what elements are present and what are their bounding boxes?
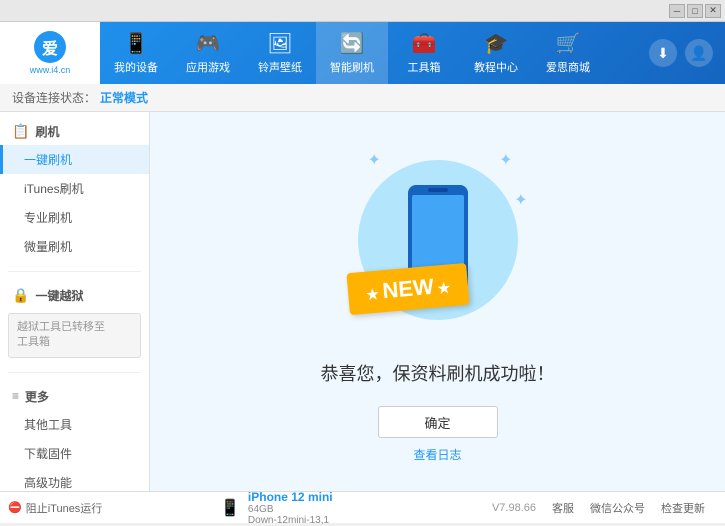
nav-store-label: 爱思商城: [546, 59, 590, 75]
advanced-label: 高级功能: [24, 476, 72, 490]
itunes-stop-icon: ⛔: [8, 501, 22, 514]
more-header-label: 更多: [25, 388, 49, 405]
smart-flash-icon: 🔄: [340, 31, 365, 56]
sidebar-item-pro[interactable]: 专业刷机: [0, 203, 149, 232]
sidebar-item-one-click[interactable]: 一键刷机: [0, 145, 149, 174]
device-model: Down-12mini-13,1: [248, 515, 333, 526]
nav-smart-flash[interactable]: 🔄 智能刷机: [316, 22, 388, 84]
nav-apps[interactable]: 🎮 应用游戏: [172, 22, 244, 84]
device-phone-icon: 📱: [220, 498, 240, 518]
title-bar: ─ □ ✕: [0, 0, 725, 22]
flash-section-header: 📋 刷机: [0, 118, 149, 145]
status-label: 设备连接状态：: [12, 89, 96, 106]
itunes-notice: ⛔ 阻止iTunes运行: [0, 491, 150, 523]
sidebar-item-download-firmware[interactable]: 下载固件: [0, 439, 149, 468]
download-firmware-label: 下载固件: [24, 447, 72, 461]
store-icon: 🛒: [556, 31, 581, 56]
apps-icon: 🎮: [196, 31, 221, 56]
itunes-notice-area: [705, 492, 715, 524]
nav-my-device-label: 我的设备: [114, 59, 158, 75]
nav-wallpaper[interactable]: 🖼 铃声壁纸: [244, 22, 316, 84]
log-link[interactable]: 查看日志: [413, 446, 461, 463]
wipe-flash-label: 微量刷机: [24, 240, 72, 254]
jailbreak-header: 🔒 一键越狱: [0, 282, 149, 309]
sparkle-3: ✦: [514, 190, 527, 210]
nav-store[interactable]: 🛒 爱思商城: [532, 22, 604, 84]
wechat-link[interactable]: 微信公众号: [590, 500, 645, 516]
nav-my-device[interactable]: 📱 我的设备: [100, 22, 172, 84]
nav-smart-flash-label: 智能刷机: [330, 59, 374, 75]
bottom-right: V7.98.66 客服 微信公众号 检查更新: [492, 500, 705, 516]
nav-items: 📱 我的设备 🎮 应用游戏 🖼 铃声壁纸 🔄 智能刷机 🧰 工具箱 🎓 教程中心…: [100, 22, 649, 84]
sidebar-item-other-tools[interactable]: 其他工具: [0, 410, 149, 439]
user-button[interactable]: 👤: [685, 39, 713, 67]
itunes-flash-label: iTunes刷机: [24, 182, 84, 196]
nav-tutorial[interactable]: 🎓 教程中心: [460, 22, 532, 84]
device-info-area: 📱 iPhone 12 mini 64GB Down-12mini-13,1: [210, 490, 492, 526]
jailbreak-notice: 越狱工具已转移至工具箱: [8, 313, 141, 358]
download-button[interactable]: ⬇: [649, 39, 677, 67]
customer-service-link[interactable]: 客服: [552, 500, 574, 516]
sidebar-divider-2: [8, 372, 141, 373]
header-right: ⬇ 👤: [649, 39, 725, 67]
sidebar: 📋 刷机 一键刷机 iTunes刷机 专业刷机 微量刷机 🔒 一键越狱: [0, 112, 150, 491]
check-update-link[interactable]: 检查更新: [661, 500, 705, 516]
nav-toolbox-label: 工具箱: [408, 59, 441, 75]
one-click-label: 一键刷机: [24, 153, 72, 167]
sparkle-1: ✦: [368, 150, 381, 170]
device-info: iPhone 12 mini 64GB Down-12mini-13,1: [248, 490, 333, 526]
content-area: 📋 刷机 一键刷机 iTunes刷机 专业刷机 微量刷机 🔒 一键越狱: [0, 112, 725, 491]
sidebar-item-advanced[interactable]: 高级功能: [0, 468, 149, 491]
logo-url: www.i4.cn: [30, 65, 71, 75]
device-storage: 64GB: [248, 504, 333, 515]
sidebar-item-wipe[interactable]: 微量刷机: [0, 232, 149, 261]
header: 爱 www.i4.cn 📱 我的设备 🎮 应用游戏 🖼 铃声壁纸 🔄 智能刷机 …: [0, 22, 725, 84]
my-device-icon: 📱: [124, 31, 149, 56]
status-bar: 设备连接状态： 正常模式: [0, 84, 725, 112]
toolbox-icon: 🧰: [412, 31, 437, 56]
version-text: V7.98.66: [492, 502, 536, 514]
main-panel: ✦ ✦ ✦ NEW 恭喜您，保资料刷机成功啦！ 确定 查看日志: [150, 112, 725, 491]
maximize-button[interactable]: □: [687, 4, 703, 18]
jailbreak-lock-icon: 🔒: [12, 287, 29, 304]
flash-section: 📋 刷机 一键刷机 iTunes刷机 专业刷机 微量刷机: [0, 112, 149, 267]
more-icon: ≡: [12, 389, 19, 403]
wallpaper-icon: 🖼: [267, 31, 292, 56]
minimize-button[interactable]: ─: [669, 4, 685, 18]
nav-wallpaper-label: 铃声壁纸: [258, 59, 302, 75]
tutorial-icon: 🎓: [484, 31, 509, 56]
sidebar-divider-1: [8, 271, 141, 272]
sparkle-2: ✦: [499, 150, 512, 170]
close-button[interactable]: ✕: [705, 4, 721, 18]
pro-flash-label: 专业刷机: [24, 211, 72, 225]
flash-header-icon: 📋: [12, 123, 29, 140]
more-section-header: ≡ 更多: [0, 383, 149, 410]
more-section: ≡ 更多 其他工具 下载固件 高级功能: [0, 377, 149, 491]
nav-tutorial-label: 教程中心: [474, 59, 518, 75]
success-text: 恭喜您，保资料刷机成功啦！: [321, 360, 555, 386]
confirm-button[interactable]: 确定: [378, 406, 498, 438]
nav-toolbox[interactable]: 🧰 工具箱: [388, 22, 460, 84]
other-tools-label: 其他工具: [24, 418, 72, 432]
status-value: 正常模式: [100, 89, 148, 106]
jailbreak-header-label: 一键越狱: [35, 287, 83, 304]
success-illustration: ✦ ✦ ✦ NEW: [338, 140, 538, 340]
flash-header-label: 刷机: [35, 123, 59, 140]
logo-icon: 爱: [34, 31, 66, 63]
sidebar-item-itunes[interactable]: iTunes刷机: [0, 174, 149, 203]
logo-area[interactable]: 爱 www.i4.cn: [0, 22, 100, 84]
jailbreak-section: 🔒 一键越狱 越狱工具已转移至工具箱: [0, 276, 149, 368]
itunes-notice-text: 阻止iTunes运行: [26, 500, 103, 516]
nav-apps-label: 应用游戏: [186, 59, 230, 75]
device-name: iPhone 12 mini: [248, 490, 333, 504]
